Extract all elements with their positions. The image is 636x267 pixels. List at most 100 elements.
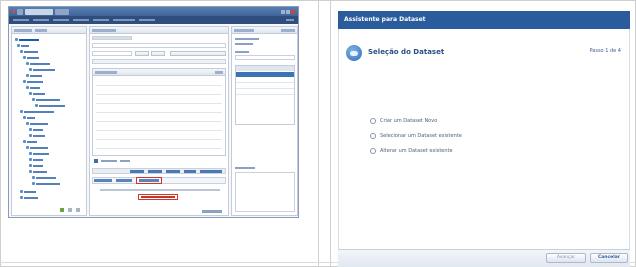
bottom-tab[interactable] — [116, 179, 132, 182]
bottom-tab-highlighted[interactable] — [139, 179, 159, 182]
tree-item[interactable] — [29, 170, 47, 173]
option-new-dataset[interactable]: Criar um Dataset Novo — [370, 117, 437, 124]
tree-item[interactable] — [23, 116, 35, 119]
menu-item[interactable] — [13, 19, 29, 21]
property-label — [235, 167, 255, 169]
tree-item[interactable] — [26, 74, 42, 77]
option-select-dataset[interactable]: Selecionar um Dataset existente — [370, 132, 462, 139]
ide-tab[interactable] — [55, 8, 69, 15]
radio-icon[interactable] — [370, 117, 376, 124]
tree-item[interactable] — [20, 50, 38, 53]
cancel-button[interactable]: Cancelar — [590, 253, 628, 263]
tab-label[interactable] — [14, 28, 32, 32]
ide-tab-active[interactable] — [25, 8, 53, 15]
form-toolbar — [92, 36, 132, 40]
tree-item[interactable] — [23, 140, 37, 143]
tree-item[interactable] — [17, 44, 29, 47]
menu-item[interactable] — [73, 19, 89, 21]
table-row[interactable] — [96, 79, 222, 86]
step-indicator: Passo 1 de 4 — [589, 48, 621, 54]
tree-pane-header — [12, 27, 86, 34]
menu-item[interactable] — [33, 19, 49, 21]
tree-item[interactable] — [26, 122, 48, 125]
create-dataset-link[interactable] — [141, 196, 175, 198]
tree-item[interactable] — [26, 86, 40, 89]
menu-item[interactable] — [53, 19, 69, 21]
close-icon[interactable] — [291, 9, 295, 14]
command-button[interactable] — [200, 169, 222, 173]
minimize-icon[interactable] — [281, 9, 285, 14]
property-label — [235, 38, 259, 40]
text-field[interactable] — [92, 51, 132, 56]
table-row[interactable] — [96, 115, 222, 122]
tree-item[interactable] — [23, 56, 39, 59]
ide-menubar — [9, 16, 298, 24]
tree-item[interactable] — [29, 68, 55, 71]
tab-label[interactable] — [281, 28, 295, 32]
tree-item[interactable] — [20, 110, 54, 113]
menu-item[interactable] — [113, 19, 135, 21]
tree-item[interactable] — [32, 182, 60, 185]
menu-item[interactable] — [286, 19, 294, 21]
form-button[interactable] — [170, 51, 226, 56]
property-row[interactable] — [236, 78, 294, 83]
tree-item[interactable] — [15, 38, 39, 41]
tree-item[interactable] — [29, 92, 45, 95]
tree-item[interactable] — [35, 104, 65, 107]
tree-item[interactable] — [29, 152, 49, 155]
tree-item[interactable] — [29, 134, 45, 137]
tree-item[interactable] — [32, 98, 60, 101]
bottom-tab[interactable] — [94, 179, 112, 182]
description-box[interactable] — [235, 172, 295, 212]
text-field[interactable] — [92, 43, 226, 48]
table-row[interactable] — [96, 88, 222, 95]
menu-item[interactable] — [93, 19, 109, 21]
property-row-selected[interactable] — [236, 72, 294, 77]
text-field[interactable] — [92, 59, 226, 64]
tree-item[interactable] — [26, 62, 50, 65]
table-row[interactable] — [96, 142, 222, 149]
command-button[interactable] — [166, 169, 180, 173]
form-button[interactable] — [151, 51, 165, 56]
maximize-icon[interactable] — [286, 9, 290, 14]
table-row[interactable] — [96, 106, 222, 113]
command-button[interactable] — [184, 169, 196, 173]
tab-label[interactable] — [35, 28, 47, 32]
table-row[interactable] — [96, 97, 222, 104]
grid-column-header[interactable] — [215, 70, 223, 74]
command-button[interactable] — [130, 169, 144, 173]
tree-item[interactable] — [20, 190, 36, 193]
property-row[interactable] — [236, 90, 294, 95]
tree-item[interactable] — [29, 128, 43, 131]
property-field[interactable] — [235, 55, 295, 60]
checkbox-icon[interactable] — [94, 159, 98, 163]
tree-item[interactable] — [20, 196, 38, 199]
command-button[interactable] — [148, 169, 162, 173]
hint-text — [100, 189, 220, 191]
option-alter-dataset[interactable]: Alterar um Dataset existente — [370, 147, 453, 154]
tree-item[interactable] — [29, 164, 43, 167]
menu-item[interactable] — [139, 19, 155, 21]
editor-pane — [89, 26, 229, 216]
property-label — [235, 51, 249, 53]
next-button[interactable]: Avançar — [546, 253, 586, 263]
tab-label[interactable] — [92, 28, 116, 32]
dialog-body: Seleção do Dataset Passo 1 de 4 Criar um… — [338, 29, 630, 262]
divider-vertical-2 — [330, 0, 331, 267]
tab-label[interactable] — [234, 28, 254, 32]
table-row[interactable] — [96, 124, 222, 131]
ide-tab[interactable] — [17, 8, 23, 15]
table-row[interactable] — [96, 133, 222, 140]
tree-item[interactable] — [29, 158, 43, 161]
property-row[interactable] — [236, 84, 294, 89]
tree-item[interactable] — [32, 176, 56, 179]
radio-icon[interactable] — [370, 132, 376, 139]
grid-column-header[interactable] — [95, 70, 117, 74]
radio-icon[interactable] — [370, 147, 376, 154]
ide-titlebar — [9, 7, 298, 16]
status-text — [202, 210, 222, 213]
form-button[interactable] — [135, 51, 149, 56]
tree-item[interactable] — [26, 146, 48, 149]
tree-item[interactable] — [23, 80, 43, 83]
editor-pane-header — [90, 27, 228, 34]
